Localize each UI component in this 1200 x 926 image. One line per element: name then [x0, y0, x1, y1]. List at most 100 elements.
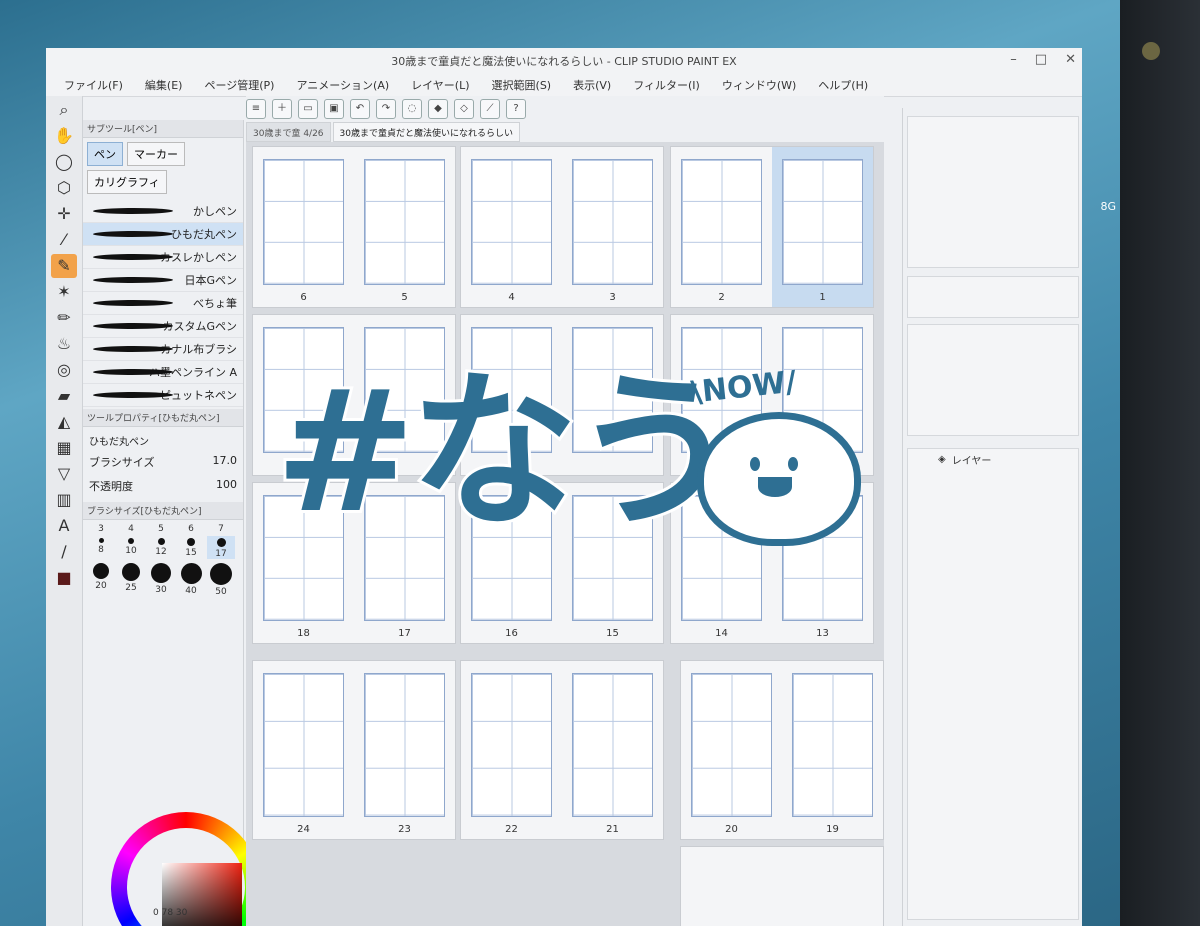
menu-layer[interactable]: レイヤー(L)	[411, 77, 469, 93]
brush-item[interactable]: カスレかしペン	[83, 246, 243, 269]
menu-icon[interactable]: ≡	[246, 99, 266, 119]
size-option[interactable]: 3	[87, 524, 115, 534]
doc-tab-active[interactable]: 30歳まで童貞だと魔法使いになれるらしい	[332, 122, 520, 142]
close-icon[interactable]: ✕	[1065, 52, 1076, 67]
gradient-icon[interactable]: ▦	[51, 436, 77, 460]
pencil-icon[interactable]: ✏	[51, 306, 77, 330]
hand-icon[interactable]: ✋	[51, 124, 77, 148]
tool-property-title: ツールプロパティ[ひもだ丸ペン]	[83, 409, 243, 427]
pen-icon[interactable]: ✎	[51, 254, 77, 278]
maximize-icon[interactable]: □	[1035, 52, 1047, 67]
brush-item[interactable]: カナル布ブラシ	[83, 338, 243, 361]
correct-line-icon[interactable]: ∕	[51, 540, 77, 564]
page-thumb[interactable]: 22	[461, 661, 562, 839]
tab-pen[interactable]: ペン	[87, 142, 123, 166]
open-icon[interactable]: ▭	[298, 99, 318, 119]
fill-icon[interactable]: ◆	[428, 99, 448, 119]
page-spread[interactable]: 22 21	[460, 660, 664, 840]
transform-icon[interactable]: ◇	[454, 99, 474, 119]
size-option[interactable]: 10	[117, 536, 145, 559]
brush-name: ひもだ丸ペン	[89, 437, 149, 448]
menu-page[interactable]: ページ管理(P)	[204, 77, 274, 93]
blend-icon[interactable]: ◎	[51, 358, 77, 382]
size-option[interactable]: 17	[207, 536, 235, 559]
page-spread[interactable]	[680, 846, 884, 926]
size-option[interactable]: 6	[177, 524, 205, 534]
page-thumb[interactable]: 24	[253, 661, 354, 839]
page-thumb[interactable]: 2	[671, 147, 772, 307]
tab-marker[interactable]: マーカー	[127, 142, 185, 166]
doc-tab[interactable]: 30歳まで童 4/26	[246, 122, 331, 142]
page-thumb[interactable]: 19	[782, 661, 883, 839]
menu-selection[interactable]: 選択範囲(S)	[492, 77, 552, 93]
page-thumb[interactable]: 4	[461, 147, 562, 307]
color-chip-icon[interactable]: ■	[51, 566, 77, 590]
brush-item[interactable]: ピュットネペン	[83, 384, 243, 407]
size-option[interactable]: 7	[207, 524, 235, 534]
save-icon[interactable]: ▣	[324, 99, 344, 119]
clear-icon[interactable]: ◌	[402, 99, 422, 119]
fill-bucket-icon[interactable]: ◭	[51, 410, 77, 434]
text-icon[interactable]: A	[51, 514, 77, 538]
menu-help[interactable]: ヘルプ(H)	[818, 77, 868, 93]
brush-item[interactable]: ハ墨ペンライン A	[83, 361, 243, 384]
menu-filter[interactable]: フィルター(I)	[633, 77, 700, 93]
menu-file[interactable]: ファイル(F)	[64, 77, 123, 93]
brush-item[interactable]: べちょ筆	[83, 292, 243, 315]
page-spread[interactable]: 24 23	[252, 660, 456, 840]
page-thumb[interactable]: 5	[354, 147, 455, 307]
undo-icon[interactable]: ↶	[350, 99, 370, 119]
help-icon[interactable]: ?	[506, 99, 526, 119]
right-panel	[902, 108, 1082, 926]
menu-edit[interactable]: 編集(E)	[145, 77, 183, 93]
zoom-icon[interactable]: ⌕	[51, 98, 77, 122]
page-thumb[interactable]: 6	[253, 147, 354, 307]
size-option[interactable]: 25	[117, 561, 145, 597]
tab-calligraphy[interactable]: カリグラフィ	[87, 170, 167, 194]
minimize-icon[interactable]: –	[1010, 52, 1017, 67]
page-spread[interactable]: 6 5	[252, 146, 456, 308]
size-option[interactable]: 50	[207, 561, 235, 597]
page-spread[interactable]: 20 19	[680, 660, 884, 840]
size-option[interactable]: 30	[147, 561, 175, 597]
object-icon[interactable]: ⬡	[51, 176, 77, 200]
size-option[interactable]: 8	[87, 536, 115, 559]
lasso-icon[interactable]: ◯	[51, 150, 77, 174]
eyedropper-icon[interactable]: ⁄	[51, 228, 77, 252]
frame-icon[interactable]: ▥	[51, 488, 77, 512]
opacity-value[interactable]: 100	[216, 478, 237, 494]
menu-bar: ファイル(F) 編集(E) ページ管理(P) アニメーション(A) レイヤー(L…	[46, 74, 1082, 97]
brush-item[interactable]: カスタムGペン	[83, 315, 243, 338]
menu-window[interactable]: ウィンドウ(W)	[722, 77, 796, 93]
brush-item[interactable]: かしペン	[83, 200, 243, 223]
brush-item[interactable]: 日本Gペン	[83, 269, 243, 292]
ruler-icon[interactable]: ⟋	[480, 99, 500, 119]
size-option[interactable]: 15	[177, 536, 205, 559]
size-option[interactable]: 40	[177, 561, 205, 597]
page-spread[interactable]: 2 1	[670, 146, 874, 308]
page-thumb[interactable]: 3	[562, 147, 663, 307]
redo-icon[interactable]: ↷	[376, 99, 396, 119]
move-icon[interactable]: ✛	[51, 202, 77, 226]
page-thumb[interactable]: 20	[681, 661, 782, 839]
page-thumb[interactable]: 23	[354, 661, 455, 839]
page-thumb-selected[interactable]: 1	[772, 147, 873, 307]
page-thumb[interactable]: 21	[562, 661, 663, 839]
figure-icon[interactable]: ▽	[51, 462, 77, 486]
menu-view[interactable]: 表示(V)	[573, 77, 611, 93]
page-spread[interactable]: 4 3	[460, 146, 664, 308]
brush-item[interactable]: ひもだ丸ペン	[83, 223, 243, 246]
brush-size-value[interactable]: 17.0	[213, 454, 238, 470]
desktop-label: 8G	[1100, 200, 1116, 213]
layer-tab[interactable]: ◈ レイヤー	[938, 452, 991, 467]
size-option[interactable]: 12	[147, 536, 175, 559]
eraser-icon[interactable]: ▰	[51, 384, 77, 408]
subtool-panel: サブツール[ペン] ペン マーカー カリグラフィ かしペン ひもだ丸ペン カスレ…	[83, 120, 261, 926]
size-option[interactable]: 20	[87, 561, 115, 597]
size-option[interactable]: 4	[117, 524, 145, 534]
new-icon[interactable]: ＋	[272, 99, 292, 119]
sparkle-icon[interactable]: ✶	[51, 280, 77, 304]
airbrush-icon[interactable]: ♨	[51, 332, 77, 356]
size-option[interactable]: 5	[147, 524, 175, 534]
menu-animation[interactable]: アニメーション(A)	[296, 77, 389, 93]
